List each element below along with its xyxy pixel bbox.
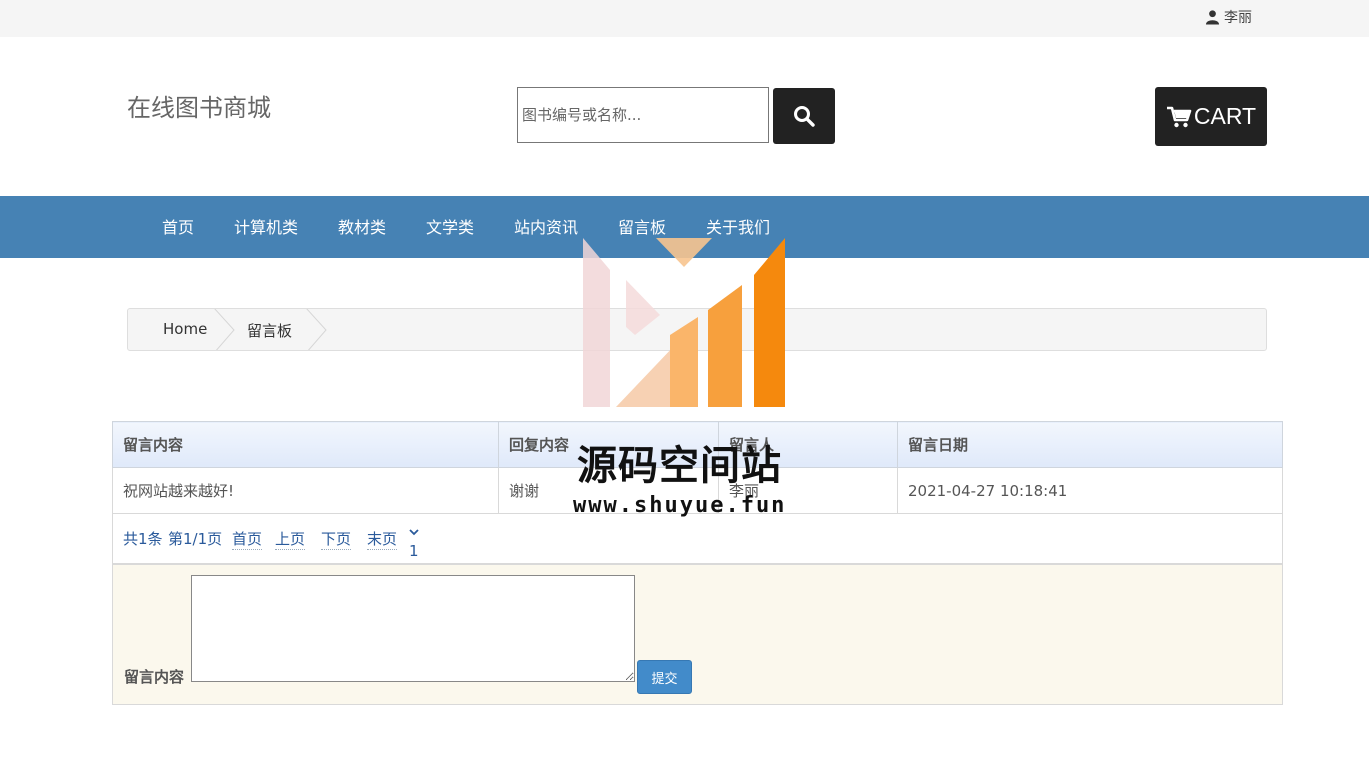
- nav-guestbook[interactable]: 留言板: [618, 214, 666, 238]
- pager-page-info: 第1/1页: [168, 530, 223, 548]
- page-select-value: 1: [409, 542, 419, 560]
- pager-total: 共1条: [123, 530, 163, 548]
- breadcrumb-current[interactable]: 留言板: [247, 320, 292, 341]
- submit-button[interactable]: 提交: [637, 660, 692, 694]
- search-button[interactable]: [773, 88, 835, 144]
- chevron-down-icon: [409, 529, 419, 536]
- nav-about[interactable]: 关于我们: [706, 214, 770, 238]
- search-icon: [794, 106, 815, 127]
- table-cell: 2021-04-27 10:18:41: [897, 467, 1283, 514]
- page-select[interactable]: 1: [409, 528, 419, 560]
- shopping-cart-icon: [1166, 106, 1192, 127]
- breadcrumb-separator-icon: [214, 309, 235, 350]
- user-menu[interactable]: 李丽: [1205, 7, 1252, 27]
- main-nav: 首页 计算机类 教材类 文学类 站内资讯 留言板 关于我们: [0, 196, 1369, 258]
- user-name: 李丽: [1224, 10, 1252, 26]
- cart-label: CART: [1193, 103, 1257, 129]
- pagination: 共1条 第1/1页 首页 上页 下页 末页 1: [112, 513, 1283, 564]
- pager-next[interactable]: 下页: [321, 528, 352, 550]
- pager-first[interactable]: 首页: [232, 528, 263, 550]
- nav-literature[interactable]: 文学类: [426, 214, 474, 238]
- nav-computer[interactable]: 计算机类: [234, 214, 298, 238]
- nav-news[interactable]: 站内资讯: [514, 214, 578, 238]
- watermark-title: 源码空间站: [577, 443, 782, 489]
- site-title[interactable]: 在线图书商城: [127, 88, 271, 123]
- pager-prev[interactable]: 上页: [275, 528, 306, 550]
- column-header: 留言日期: [897, 421, 1283, 468]
- breadcrumb-home[interactable]: Home: [163, 320, 207, 338]
- message-label: 留言内容: [124, 668, 185, 686]
- user-icon: [1205, 10, 1220, 25]
- pager-last[interactable]: 末页: [367, 528, 398, 550]
- breadcrumb-separator-icon: [306, 309, 327, 350]
- top-bar: 李丽: [0, 0, 1369, 37]
- cart-button[interactable]: CART: [1155, 87, 1267, 146]
- search-input[interactable]: [517, 87, 769, 143]
- message-textarea[interactable]: [191, 575, 635, 682]
- column-header: 留言内容: [112, 421, 499, 468]
- watermark-url: www.shuyue.fun: [573, 493, 787, 518]
- breadcrumb: Home 留言板: [127, 308, 1267, 351]
- nav-home[interactable]: 首页: [162, 214, 194, 238]
- nav-textbooks[interactable]: 教材类: [338, 214, 386, 238]
- table-cell: 祝网站越来越好!: [112, 467, 499, 514]
- message-form: 留言内容 提交: [112, 564, 1283, 705]
